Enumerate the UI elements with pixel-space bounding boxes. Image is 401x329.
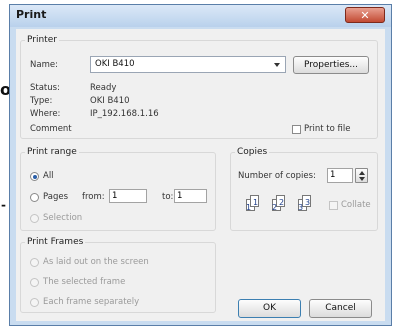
print-range-selection-radio[interactable] bbox=[30, 214, 39, 223]
properties-button-label: Properties... bbox=[303, 60, 359, 70]
collate-checkbox[interactable] bbox=[329, 201, 338, 210]
collate-page-number: 3 bbox=[305, 198, 311, 207]
printer-name-value: OKI B410 bbox=[95, 59, 135, 69]
frames-as-laid-out-label: As laid out on the screen bbox=[43, 257, 149, 267]
print-range-all-label: All bbox=[43, 171, 54, 181]
pages-to-input[interactable]: 1 bbox=[174, 189, 207, 203]
print-range-selection-label: Selection bbox=[43, 213, 83, 223]
ok-button[interactable]: OK bbox=[238, 299, 301, 318]
collate-pages-icon: 1 1 2 2 3 3 bbox=[246, 195, 326, 219]
frames-as-laid-out-radio[interactable] bbox=[30, 258, 39, 267]
status-value: Ready bbox=[90, 83, 117, 93]
collate-page-number: 1 bbox=[246, 203, 252, 212]
printer-group-legend: Printer bbox=[27, 35, 57, 45]
number-of-copies-input[interactable]: 1 bbox=[327, 168, 353, 183]
close-icon: ✕ bbox=[360, 9, 370, 22]
dialog-title: Print bbox=[16, 8, 47, 21]
ok-button-label: OK bbox=[263, 303, 276, 313]
chevron-down-icon bbox=[274, 63, 280, 67]
pages-from-label: from: bbox=[82, 192, 105, 202]
print-range-pages-label: Pages bbox=[43, 192, 69, 202]
print-range-all-radio[interactable] bbox=[30, 172, 39, 181]
cancel-button[interactable]: Cancel bbox=[309, 299, 372, 318]
print-dialog: Print ✕ Printer Name: OKI B410 Propertie… bbox=[9, 4, 392, 326]
print-range-pages-radio[interactable] bbox=[30, 193, 39, 202]
frames-selected-radio[interactable] bbox=[30, 278, 39, 287]
print-to-file-label: Print to file bbox=[304, 124, 351, 134]
print-to-file-checkbox[interactable] bbox=[292, 125, 301, 134]
pages-to-label: to: bbox=[162, 192, 174, 202]
collate-page-number: 2 bbox=[272, 203, 278, 212]
comment-label: Comment bbox=[30, 124, 72, 134]
number-of-copies-label: Number of copies: bbox=[238, 171, 316, 181]
copies-spinner[interactable] bbox=[355, 168, 368, 183]
close-button[interactable]: ✕ bbox=[345, 7, 385, 23]
type-value: OKI B410 bbox=[90, 96, 130, 106]
dialog-body: Printer Name: OKI B410 Properties... Sta… bbox=[16, 29, 385, 321]
cancel-button-label: Cancel bbox=[325, 303, 356, 313]
printer-name-label: Name: bbox=[30, 60, 58, 70]
printer-name-select[interactable]: OKI B410 bbox=[90, 56, 286, 73]
spin-down-icon bbox=[359, 177, 365, 181]
properties-button[interactable]: Properties... bbox=[293, 56, 369, 74]
where-label: Where: bbox=[30, 109, 61, 119]
spin-up-icon bbox=[359, 171, 365, 175]
print-frames-legend: Print Frames bbox=[27, 237, 84, 247]
frames-each-radio[interactable] bbox=[30, 298, 39, 307]
title-bar: Print ✕ bbox=[10, 5, 391, 27]
copies-legend: Copies bbox=[237, 147, 268, 157]
where-value: IP_192.168.1.16 bbox=[90, 109, 159, 119]
frames-selected-label: The selected frame bbox=[43, 277, 126, 287]
collate-page-number: 2 bbox=[279, 198, 285, 207]
status-label: Status: bbox=[30, 83, 60, 93]
collate-page-number: 3 bbox=[298, 203, 304, 212]
collate-label: Collate bbox=[341, 200, 371, 210]
pages-from-input[interactable]: 1 bbox=[109, 189, 147, 203]
frames-each-label: Each frame separately bbox=[43, 297, 140, 307]
type-label: Type: bbox=[30, 96, 53, 106]
background-text-fragment-2: - bbox=[1, 198, 6, 212]
print-range-legend: Print range bbox=[27, 147, 77, 157]
collate-page-number: 1 bbox=[253, 198, 259, 207]
